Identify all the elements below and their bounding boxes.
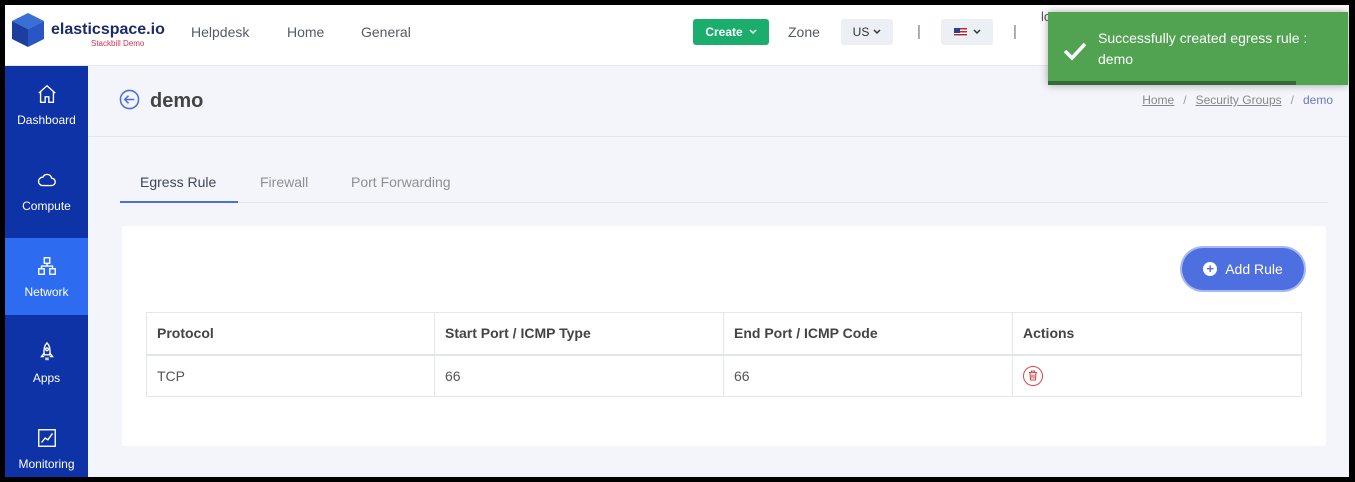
zone-select[interactable]: US — [841, 19, 893, 45]
page-title: demo — [150, 90, 204, 112]
brand-subtitle: Stackbill Demo — [91, 39, 145, 48]
language-select[interactable] — [941, 19, 993, 45]
sidebar-item-dashboard[interactable]: Dashboard — [5, 66, 88, 143]
sidebar-item-label: Dashboard — [17, 112, 76, 127]
sidebar-item-label: Monitoring — [18, 456, 75, 471]
delete-button[interactable] — [1023, 365, 1043, 386]
brand-logo[interactable]: elasticspace.io Stackbill Demo — [9, 11, 169, 55]
cell-actions — [1012, 354, 1302, 397]
trash-icon — [1029, 370, 1037, 381]
toast-message: Successfully created egress rule : demo — [1098, 30, 1308, 67]
divider: | — [917, 23, 921, 40]
rocket-icon — [39, 341, 54, 360]
cube-logo-icon — [12, 13, 44, 47]
brand-name: elasticspace.io — [51, 21, 165, 38]
chevron-down-icon — [972, 29, 981, 35]
back-arrow-icon[interactable] — [119, 89, 140, 110]
active-tab-indicator — [120, 201, 238, 203]
column-header-protocol: Protocol — [146, 312, 435, 356]
sidebar: Dashboard Compute Network Apps Monitorin… — [5, 66, 88, 477]
zone-value: US — [852, 25, 870, 39]
rules-card: + Add Rule Protocol Start Port / ICMP Ty… — [122, 226, 1326, 446]
sidebar-item-label: Compute — [22, 198, 71, 213]
create-label: Create — [705, 25, 743, 39]
chart-icon — [37, 428, 56, 447]
nav-home[interactable]: Home — [287, 24, 324, 40]
rules-table: Protocol Start Port / ICMP Type End Port… — [146, 312, 1302, 397]
table-header-row: Protocol Start Port / ICMP Type End Port… — [146, 312, 1302, 356]
zone-label: Zone — [788, 24, 820, 40]
breadcrumb: Home / Security Groups / demo — [1142, 93, 1333, 107]
cell-start-port: 66 — [434, 354, 724, 397]
sidebar-item-monitoring[interactable]: Monitoring — [5, 410, 88, 477]
create-button[interactable]: Create — [693, 19, 769, 45]
sidebar-item-compute[interactable]: Compute — [5, 152, 88, 229]
cloud-icon — [37, 173, 56, 186]
network-icon — [37, 256, 56, 275]
chevron-down-icon — [749, 29, 757, 35]
sidebar-item-label: Network — [24, 284, 69, 299]
breadcrumb-separator: / — [1290, 93, 1294, 107]
sidebar-item-label: Apps — [32, 370, 61, 385]
app-frame: elasticspace.io Stackbill Demo Helpdesk … — [5, 5, 1349, 477]
toast-progress-bar — [1048, 81, 1296, 85]
breadcrumb-security-groups[interactable]: Security Groups — [1196, 93, 1282, 107]
breadcrumb-home[interactable]: Home — [1142, 93, 1174, 107]
cell-end-port: 66 — [723, 354, 1013, 397]
home-icon — [37, 84, 56, 103]
checkmark-icon — [1063, 42, 1087, 61]
divider: | — [1013, 23, 1017, 40]
table-row: TCP 66 66 — [146, 354, 1302, 397]
nav-general[interactable]: General — [361, 24, 411, 40]
tab-firewall[interactable]: Firewall — [260, 174, 308, 190]
column-header-start-port: Start Port / ICMP Type — [434, 312, 724, 356]
chevron-down-icon — [873, 29, 881, 35]
tab-egress-rule[interactable]: Egress Rule — [140, 174, 216, 190]
nav-helpdesk[interactable]: Helpdesk — [191, 24, 249, 40]
tab-port-forwarding[interactable]: Port Forwarding — [351, 174, 451, 190]
add-rule-label: Add Rule — [1225, 261, 1283, 277]
cell-protocol: TCP — [146, 354, 435, 397]
tab-bar: Egress Rule Firewall Port Forwarding — [120, 165, 1328, 203]
sidebar-item-apps[interactable]: Apps — [5, 324, 88, 401]
plus-circle-icon: + — [1203, 262, 1218, 276]
us-flag-icon — [953, 27, 967, 37]
column-header-actions: Actions — [1012, 312, 1302, 356]
breadcrumb-current: demo — [1302, 93, 1333, 107]
sidebar-item-network[interactable]: Network — [5, 238, 88, 315]
column-header-end-port: End Port / ICMP Code — [723, 312, 1013, 356]
add-rule-button[interactable]: + Add Rule — [1182, 248, 1304, 290]
breadcrumb-separator: / — [1183, 93, 1187, 107]
success-toast[interactable]: Successfully created egress rule : demo — [1048, 12, 1348, 85]
